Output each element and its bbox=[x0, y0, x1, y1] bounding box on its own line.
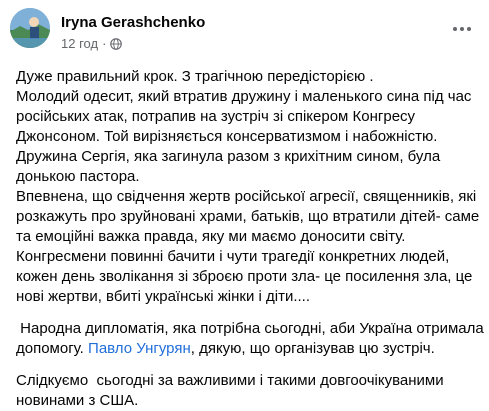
post-line: допомогу. Павло Унгурян, дякую, що орган… bbox=[16, 339, 486, 359]
post-line: Молодий одесит, який втратив дружину і м… bbox=[16, 88, 472, 105]
post-text: Дуже правильний крок. З трагічною переді… bbox=[16, 67, 486, 411]
post-line: Впевнена, що свідчення жертв російської … bbox=[16, 188, 477, 205]
post-meta: 12 год · bbox=[61, 36, 123, 51]
post-line: нові жертви, вбиті українські жінки і ді… bbox=[16, 288, 311, 305]
author-avatar[interactable] bbox=[10, 8, 50, 48]
meta-separator: · bbox=[102, 36, 107, 51]
post-line-text: допомогу. bbox=[16, 340, 89, 357]
post-line: донькою пастора. bbox=[16, 168, 140, 185]
post-line: Слідкуємо сьогодні за важливими і такими… bbox=[16, 372, 444, 389]
avatar-image bbox=[10, 8, 50, 48]
post-line: розкажуть про зруйновані храми, батьків,… bbox=[16, 208, 480, 225]
more-options-icon bbox=[453, 27, 457, 31]
post-line: Дуже правильний крок. З трагічною переді… bbox=[16, 68, 374, 85]
post-timestamp[interactable]: 12 год bbox=[61, 36, 98, 51]
post-line: новинами з США. bbox=[16, 392, 139, 409]
post-line: Народна дипломатія, яка потрібна сьогодн… bbox=[16, 320, 484, 337]
post-line: Конгресмени повинні бачити і чути трагед… bbox=[16, 248, 450, 265]
mention-link[interactable]: Павло Унгурян bbox=[88, 340, 191, 357]
post-line: російських атак, потрапив на зустріч зі … bbox=[16, 108, 416, 125]
post-header: Iryna Gerashchenko 12 год · bbox=[10, 8, 480, 56]
post-line: та емоційні важка правда, яку ми маємо д… bbox=[16, 228, 406, 245]
more-options-button[interactable] bbox=[444, 11, 480, 47]
post-line: Джонсоном. Той вирізняється консерватизм… bbox=[16, 128, 438, 145]
author-name[interactable]: Iryna Gerashchenko bbox=[61, 14, 205, 31]
post-line: Дружина Сергія, яка загинула разом з кри… bbox=[16, 148, 441, 165]
post-line: кожен день зволікання зі зброєю проти зл… bbox=[16, 268, 473, 285]
post-line-text: , дякую, що організував цю зустріч. bbox=[190, 340, 435, 357]
globe-icon bbox=[110, 37, 123, 50]
